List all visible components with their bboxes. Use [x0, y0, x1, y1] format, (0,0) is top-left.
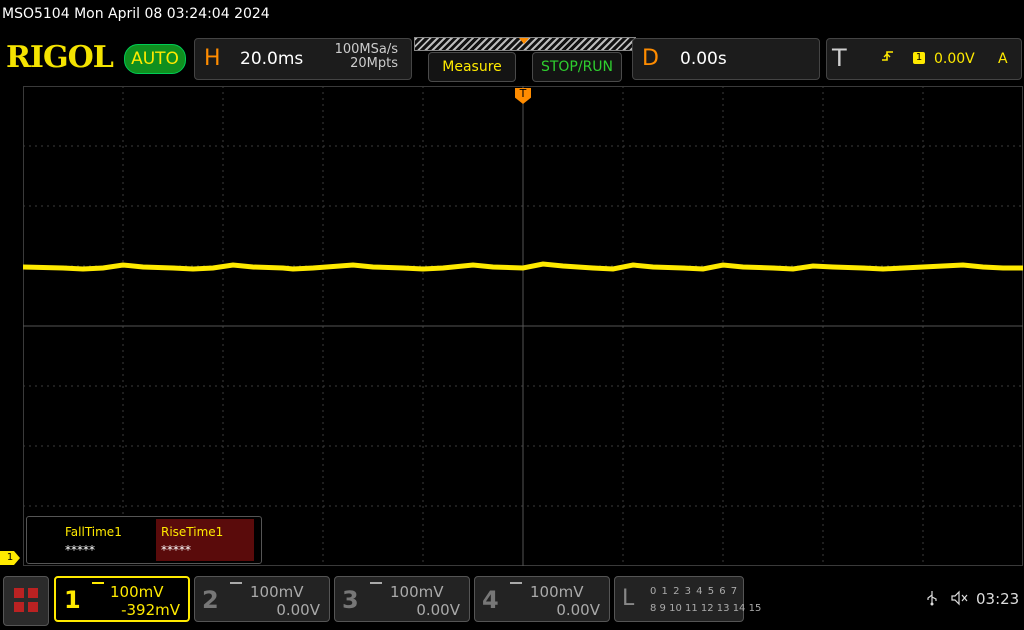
trigger-letter: T	[832, 44, 847, 72]
measurement-name: FallTime1	[65, 525, 122, 539]
trigger-mode-badge[interactable]: AUTO	[124, 44, 186, 74]
channel-4-number: 4	[482, 586, 499, 614]
speaker-muted-icon[interactable]	[950, 590, 970, 610]
dc-coupling-icon	[370, 582, 382, 590]
measurement-value: *****	[65, 543, 95, 557]
channel-4-scale: 100mV	[530, 583, 584, 601]
logic-letter: L	[622, 586, 635, 611]
channel-2-number: 2	[202, 586, 219, 614]
window-title: MSO5104 Mon April 08 03:24:04 2024	[2, 6, 270, 22]
trigger-source-badge: 1	[913, 52, 925, 64]
measurement-item[interactable]: FallTime1 *****	[60, 519, 154, 561]
usb-icon	[926, 590, 938, 610]
channel-1-number: 1	[64, 586, 81, 614]
menu-grid-icon	[14, 588, 38, 612]
measurement-item[interactable]: RiseTime1 *****	[156, 519, 254, 561]
timebase-scale: 20.0ms	[240, 49, 304, 69]
channel-2-scale: 100mV	[250, 583, 304, 601]
delay-letter: D	[642, 46, 659, 71]
system-clock: 03:23	[976, 590, 1020, 608]
channel-4-offset: 0.00V	[556, 601, 600, 619]
trigger-sweep-mode: A	[998, 51, 1008, 67]
channel-1-offset-marker[interactable]: 1	[0, 551, 20, 565]
delay-value: 0.00s	[680, 49, 727, 69]
dc-coupling-icon	[230, 582, 242, 590]
sample-rate: 100MSa/s	[334, 42, 398, 57]
graticule-grid	[23, 86, 1023, 566]
channel-1-offset: -392mV	[121, 601, 180, 619]
dc-coupling-icon	[92, 582, 104, 590]
channel-3-number: 3	[342, 586, 359, 614]
dc-coupling-icon	[510, 582, 522, 590]
memory-position-marker	[519, 38, 529, 44]
horizontal-letter: H	[204, 46, 221, 71]
measurement-value: *****	[161, 543, 191, 557]
measure-button[interactable]: Measure	[428, 52, 516, 82]
logic-channels-low: 0 1 2 3 4 5 6 7	[650, 586, 739, 597]
memory-depth: 20Mpts	[350, 56, 398, 71]
brand-logo: RIGOL	[6, 40, 114, 75]
trigger-level: 0.00V	[934, 51, 975, 67]
channel-2-offset: 0.00V	[276, 601, 320, 619]
rising-edge-icon	[880, 48, 896, 68]
channel-3-scale: 100mV	[390, 583, 444, 601]
measurement-name: RiseTime1	[161, 525, 224, 539]
stop-run-button[interactable]: STOP/RUN	[532, 52, 622, 82]
channel-3-offset: 0.00V	[416, 601, 460, 619]
logic-channels-high: 8 9 10 11 12 13 14 15	[650, 603, 762, 614]
channel-1-scale: 100mV	[110, 583, 164, 601]
